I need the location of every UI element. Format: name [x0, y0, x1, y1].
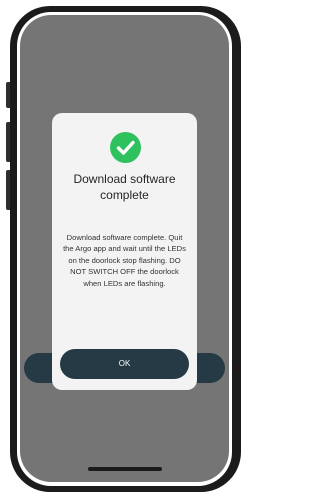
- phone-mockup: Download software complete Download soft…: [0, 0, 249, 497]
- ok-button[interactable]: OK: [60, 349, 189, 379]
- check-circle-icon: [110, 132, 141, 163]
- app-screen-overlay: Download software complete Download soft…: [20, 15, 229, 482]
- home-indicator[interactable]: [88, 467, 162, 471]
- checkmark-icon: [116, 140, 135, 155]
- dialog-message: Download software complete. Quit the Arg…: [63, 233, 186, 288]
- dialog-title: Download software complete: [73, 172, 176, 202]
- download-complete-dialog: Download software complete Download soft…: [52, 113, 197, 390]
